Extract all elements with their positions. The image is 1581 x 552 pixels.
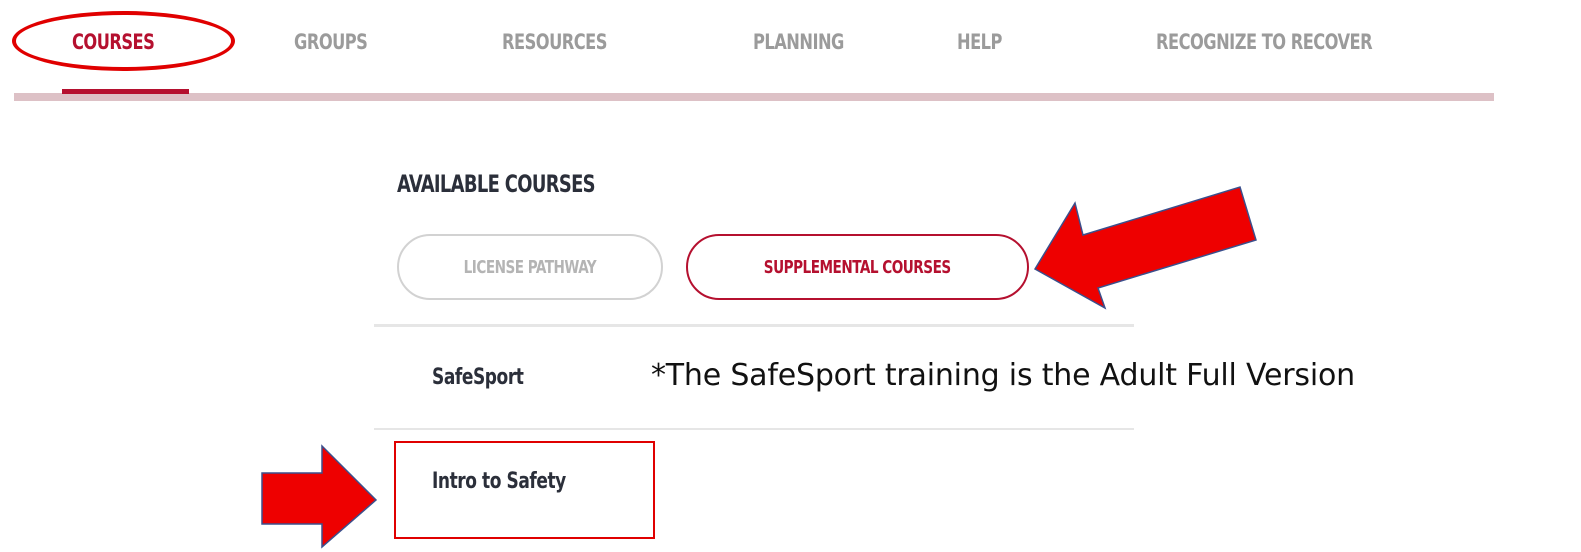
red-arrow-icon xyxy=(1033,186,1257,310)
filter-supplemental-courses-label: SUPPLEMENTAL COURSES xyxy=(764,256,951,278)
filter-license-pathway-label: LICENSE PATHWAY xyxy=(463,256,597,278)
section-title: AVAILABLE COURSES xyxy=(397,170,596,198)
red-arrow-icon xyxy=(261,444,378,549)
course-item-safesport[interactable]: SafeSport xyxy=(432,365,524,390)
annotation-note: *The SafeSport training is the Adult Ful… xyxy=(651,358,1355,393)
nav-item-groups[interactable]: GROUPS xyxy=(294,30,368,54)
filter-supplemental-courses[interactable]: SUPPLEMENTAL COURSES xyxy=(686,234,1029,300)
course-list-divider xyxy=(374,428,1134,430)
main-nav: COURSES GROUPS RESOURCES PLANNING HELP R… xyxy=(0,0,1581,101)
course-list-divider xyxy=(374,324,1134,327)
nav-item-help[interactable]: HELP xyxy=(957,30,1002,54)
nav-item-recognize-to-recover[interactable]: RECOGNIZE TO RECOVER xyxy=(1156,30,1373,54)
courses-highlight-ellipse xyxy=(12,11,235,71)
nav-divider-bar xyxy=(14,93,1494,101)
nav-item-planning[interactable]: PLANNING xyxy=(753,30,844,54)
nav-item-resources[interactable]: RESOURCES xyxy=(502,30,607,54)
active-tab-indicator xyxy=(62,89,189,94)
intro-to-safety-highlight-box xyxy=(394,441,655,539)
filter-license-pathway[interactable]: LICENSE PATHWAY xyxy=(397,234,663,300)
